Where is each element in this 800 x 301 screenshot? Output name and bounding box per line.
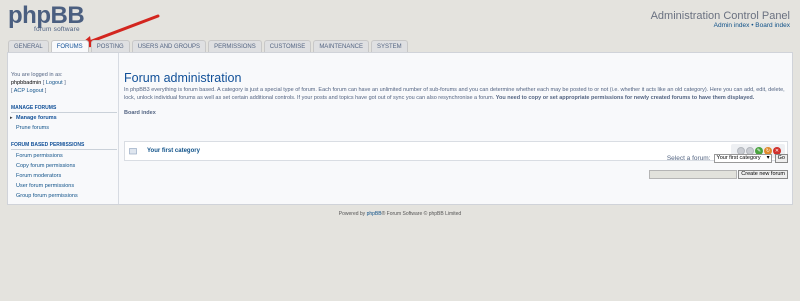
- header-links: Admin index • Board index: [714, 22, 790, 29]
- page-title: Forum administration: [124, 71, 242, 85]
- sidebar-section-manage-forums: MANAGE FORUMS: [11, 105, 117, 113]
- username: phpbbadmin: [11, 80, 42, 86]
- content-panel: You are logged in as: phpbbadmin [ Logou…: [7, 52, 793, 205]
- sidebar-item-user-forum-permissions[interactable]: User forum permissions: [16, 183, 74, 189]
- create-new-forum-button[interactable]: Create new forum: [738, 170, 788, 179]
- main-tabs: GENERAL FORUMS POSTING USERS AND GROUPS …: [8, 40, 410, 53]
- sidebar-item-prune-forums[interactable]: Prune forums: [16, 125, 49, 131]
- tab-general[interactable]: GENERAL: [8, 40, 49, 52]
- folder-icon: [129, 148, 137, 155]
- tab-users-and-groups[interactable]: USERS AND GROUPS: [131, 40, 207, 52]
- create-forum-row: Create new forum: [649, 170, 788, 179]
- acp-logout-link[interactable]: ACP Logout: [14, 88, 44, 94]
- sidebar-section-forum-permissions: FORUM BASED PERMISSIONS: [11, 142, 117, 150]
- login-info: You are logged in as: phpbbadmin [ Logou…: [11, 72, 66, 94]
- forum-select[interactable]: Your first category: [713, 154, 772, 163]
- footer-phpbb-link[interactable]: phpBB: [367, 211, 382, 217]
- description-bold: You need to copy or set appropriate perm…: [495, 95, 755, 101]
- sidebar-item-forum-moderators[interactable]: Forum moderators: [16, 173, 61, 179]
- admin-index-link[interactable]: Admin index: [714, 22, 750, 29]
- board-index-heading: Board index: [124, 110, 156, 116]
- acp-title: Administration Control Panel: [650, 10, 790, 22]
- tab-permissions[interactable]: PERMISSIONS: [208, 40, 262, 52]
- logout-link[interactable]: Logout: [46, 80, 63, 86]
- tab-posting[interactable]: POSTING: [90, 40, 130, 52]
- tab-maintenance[interactable]: MAINTENANCE: [313, 40, 369, 52]
- sidebar-item-manage-forums[interactable]: Manage forums: [10, 115, 57, 121]
- go-button[interactable]: Go: [774, 154, 788, 163]
- tab-customise[interactable]: CUSTOMISE: [263, 40, 312, 52]
- sidebar-item-copy-forum-permissions[interactable]: Copy forum permissions: [16, 163, 75, 169]
- footer: Powered by phpBB® Forum Software © phpBB…: [0, 211, 800, 217]
- board-index-link[interactable]: Board index: [755, 22, 790, 29]
- new-forum-name-input[interactable]: [649, 170, 738, 179]
- footer-powered-by: Powered by: [338, 211, 366, 217]
- sidebar: You are logged in as: phpbbadmin [ Logou…: [8, 53, 119, 204]
- sidebar-item-group-forum-permissions[interactable]: Group forum permissions: [16, 193, 78, 199]
- logged-in-label: You are logged in as:: [11, 72, 63, 78]
- tab-system[interactable]: SYSTEM: [370, 40, 408, 52]
- footer-copyright: ® Forum Software © phpBB Limited: [381, 211, 462, 217]
- main-content: Forum administration In phpBB3 everythin…: [124, 71, 788, 161]
- forum-select-row: Select a forum: Your first category Go: [667, 154, 788, 163]
- page-description: In phpBB3 everything is forum based. A c…: [124, 86, 788, 102]
- category-link[interactable]: Your first category: [147, 148, 200, 154]
- sidebar-item-forum-permissions[interactable]: Forum permissions: [16, 153, 63, 159]
- select-forum-label: Select a forum:: [666, 155, 711, 162]
